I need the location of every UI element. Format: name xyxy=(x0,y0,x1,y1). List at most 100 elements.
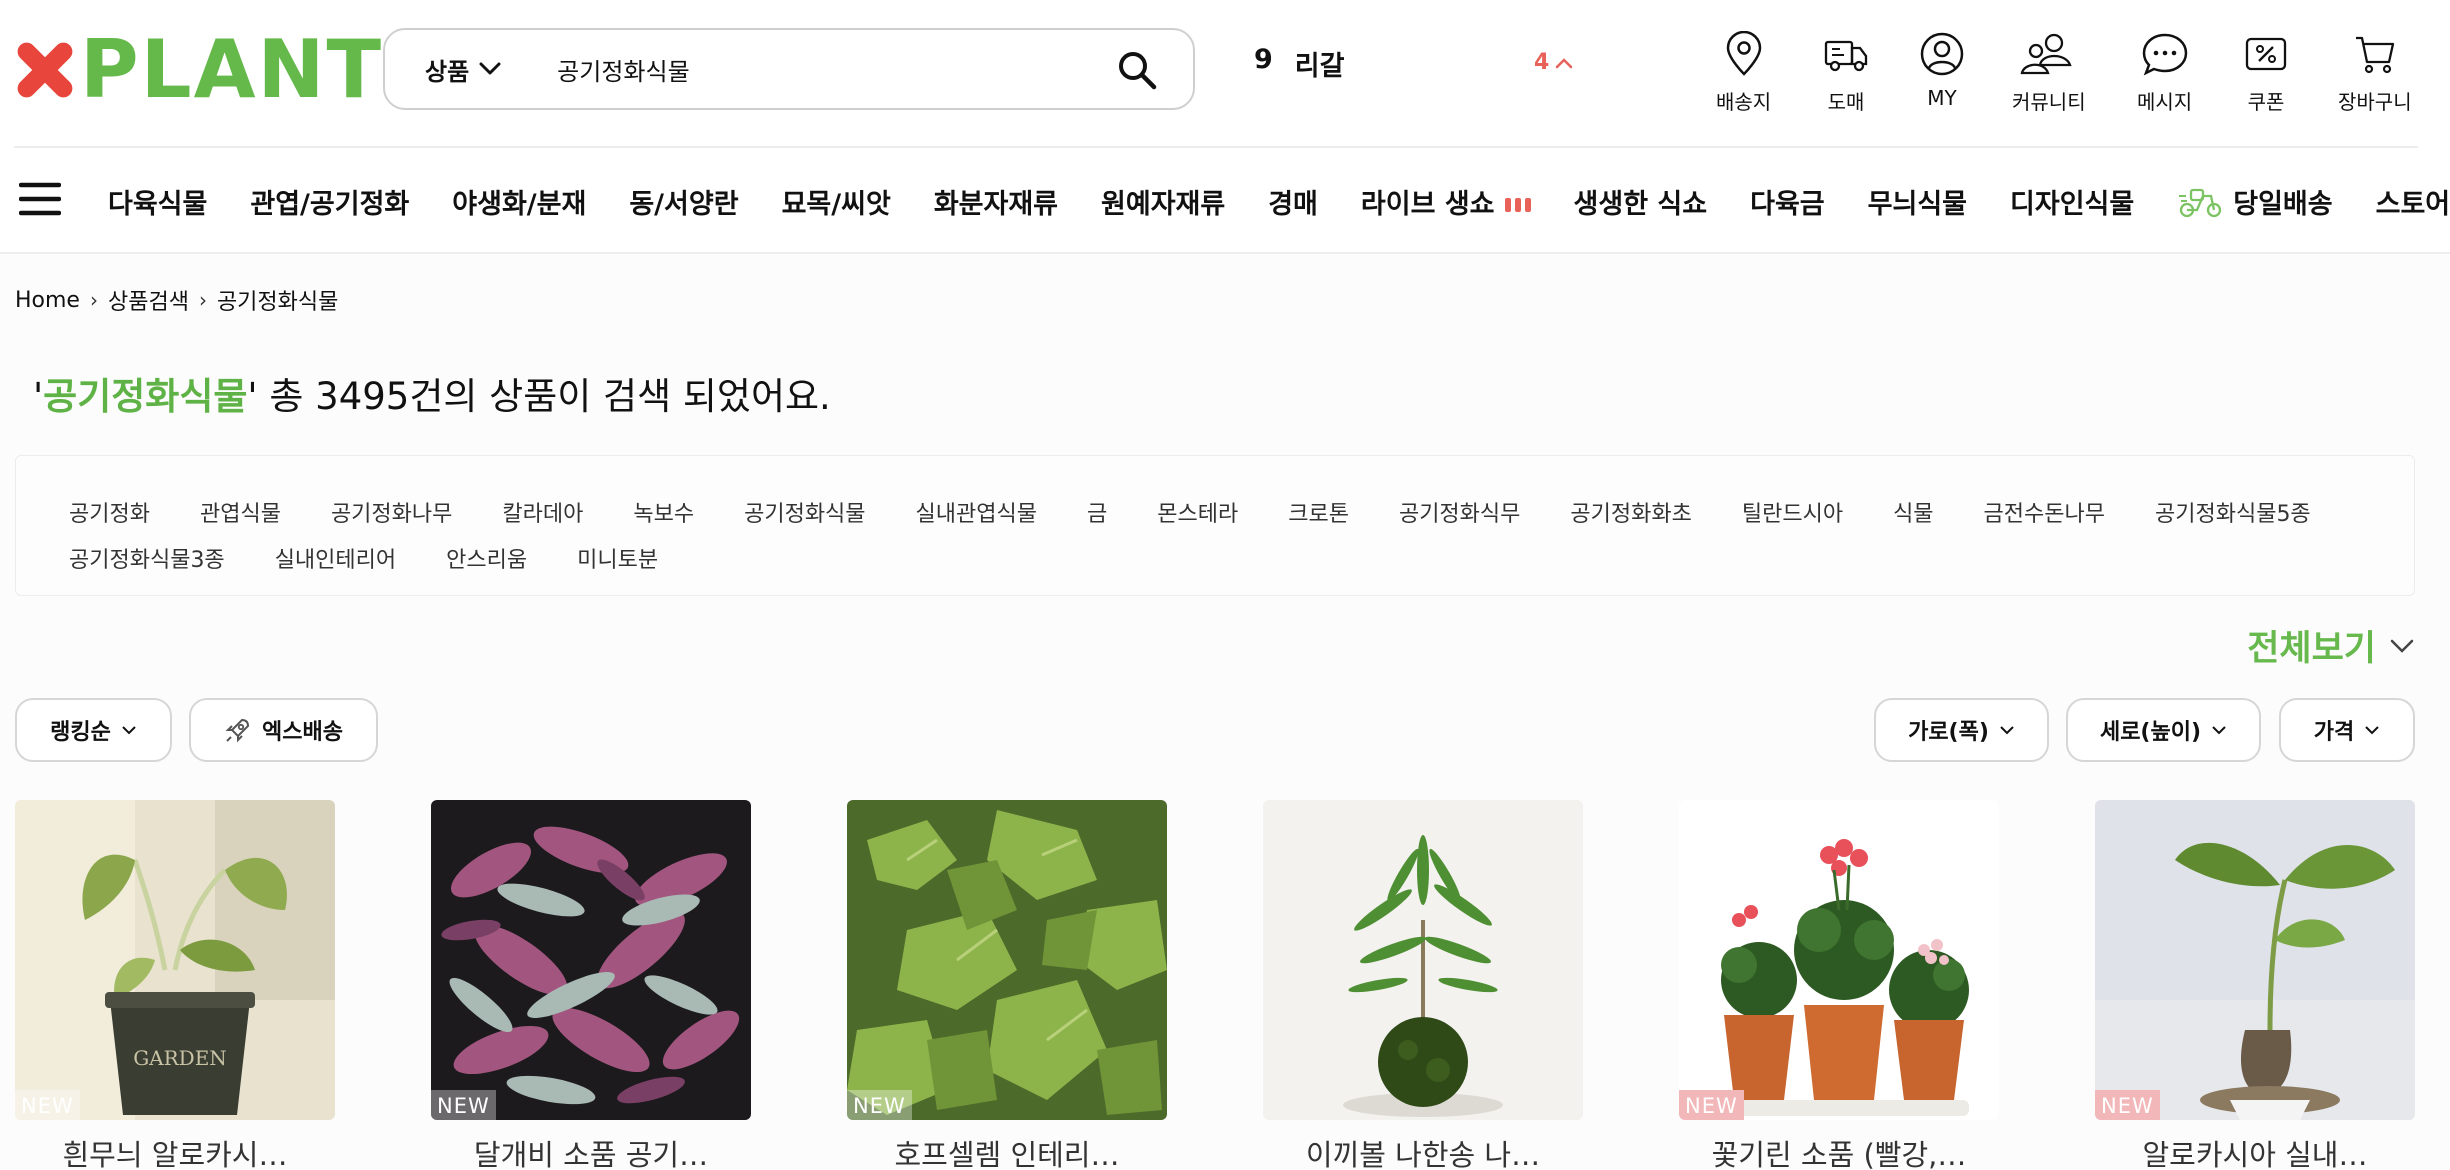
product-image[interactable]: NEW xyxy=(2095,800,2415,1120)
related-keyword[interactable]: 금 xyxy=(1087,496,1107,528)
new-badge: NEW xyxy=(1679,1090,1744,1120)
related-keyword[interactable]: 공기정화 xyxy=(69,496,150,528)
related-keyword[interactable]: 공기정화식물5종 xyxy=(2155,496,2311,528)
nav-item-seedling[interactable]: 묘목/씨앗 xyxy=(782,182,891,221)
related-keyword[interactable]: 공기정화나무 xyxy=(331,496,452,528)
related-keyword[interactable]: 실내인테리어 xyxy=(275,542,396,574)
community-label: 커뮤니티 xyxy=(2012,90,2086,114)
related-keyword[interactable]: 공기정화화초 xyxy=(1570,496,1691,528)
height-filter-dropdown[interactable]: 세로(높이) xyxy=(2066,698,2261,762)
related-keyword[interactable]: 금전수돈나무 xyxy=(1984,496,2105,528)
nav-item-auction[interactable]: 경매 xyxy=(1268,182,1318,221)
coupon-button[interactable]: 쿠폰 xyxy=(2244,30,2288,115)
product-name[interactable]: 이끼볼 나한송 나… xyxy=(1263,1132,1583,1170)
product-card[interactable]: GARDEN NEW 흰무늬 알로카시… xyxy=(15,800,335,1170)
nav-item-foliage[interactable]: 관엽/공기정화 xyxy=(250,182,409,221)
product-image[interactable]: NEW xyxy=(431,800,751,1120)
product-image[interactable]: NEW xyxy=(1679,800,1999,1120)
product-card[interactable]: NEW 달개비 소품 공기… xyxy=(431,800,751,1170)
svg-text:GARDEN: GARDEN xyxy=(133,1046,227,1070)
nav-item-wildflower[interactable]: 야생화/분재 xyxy=(452,182,586,221)
community-button[interactable]: 커뮤니티 xyxy=(2012,30,2086,115)
breadcrumb-current[interactable]: 공기정화식물 xyxy=(217,284,338,316)
my-page-button[interactable]: MY xyxy=(1919,30,1965,110)
nav-item-design-plants[interactable]: 디자인식물 xyxy=(2010,182,2134,221)
view-all-label: 전체보기 xyxy=(2247,629,2376,669)
product-name[interactable]: 달개비 소품 공기… xyxy=(431,1132,751,1170)
related-keyword[interactable]: 미니토분 xyxy=(577,542,658,574)
nav-item-label: 무늬식물 xyxy=(1867,188,1968,220)
product-card[interactable]: NEW 꽃기린 소품 (빨강,… xyxy=(1679,800,1999,1170)
product-card[interactable]: NEW 알로카시아 실내… xyxy=(2095,800,2415,1170)
search-result-title: '공기정화식물' 총 3495건의 상품이 검색 되었어요. xyxy=(33,366,831,420)
nav-item-succulents[interactable]: 다육식물 xyxy=(108,182,207,221)
related-keyword[interactable]: 공기정화식무 xyxy=(1399,496,1520,528)
breadcrumb: Home › 상품검색 › 공기정화식물 xyxy=(15,284,338,316)
related-keyword[interactable]: 식물 xyxy=(1893,496,1933,528)
nav-item-variegated-succulent[interactable]: 다육금 xyxy=(1750,182,1825,221)
sort-label: 랭킹순 xyxy=(50,720,111,745)
header-icon-menu: 배송지 도매 MY 커뮤니티 메시지 쿠폰 장바구니 xyxy=(0,30,2450,120)
product-name[interactable]: 흰무늬 알로카시… xyxy=(15,1132,335,1170)
message-button[interactable]: 메시지 xyxy=(2137,30,2192,115)
related-keyword[interactable]: 크로톤 xyxy=(1288,496,1349,528)
nav-item-garden-supplies[interactable]: 원예자재류 xyxy=(1101,182,1225,221)
hamburger-menu-button[interactable] xyxy=(18,180,62,222)
result-quote: ' xyxy=(33,375,44,418)
nav-item-label: 다육금 xyxy=(1750,188,1825,220)
nav-item-label: 묘목/씨앗 xyxy=(781,188,891,220)
nav-item-fresh-show[interactable]: 생생한 식쇼 xyxy=(1574,182,1708,221)
related-keywords-row: 공기정화식물3종 실내인테리어 안스리움 미니토분 xyxy=(69,542,658,574)
product-name[interactable]: 꽃기린 소품 (빨강,… xyxy=(1679,1132,1999,1170)
community-icon xyxy=(2020,33,2072,75)
chevron-down-icon xyxy=(2000,726,2014,735)
nav-item-same-day-delivery[interactable]: 당일배송 xyxy=(2177,182,2333,221)
related-keyword[interactable]: 틸란드시아 xyxy=(1742,496,1843,528)
product-image[interactable] xyxy=(1263,800,1583,1120)
nav-item-label: 당일배송 xyxy=(2233,188,2333,220)
message-label: 메시지 xyxy=(2137,90,2193,114)
nav-item-orchid[interactable]: 동/서양란 xyxy=(629,182,738,221)
product-image[interactable]: NEW xyxy=(847,800,1167,1120)
location-pin-icon xyxy=(1726,31,1761,76)
nav-item-label: 경매 xyxy=(1268,188,1318,220)
sort-dropdown[interactable]: 랭킹순 xyxy=(15,698,172,762)
width-filter-dropdown[interactable]: 가로(폭) xyxy=(1874,698,2049,762)
related-keywords-box: 공기정화 관엽식물 공기정화나무 칼라데아 녹보수 공기정화식물 실내관엽식물 … xyxy=(15,455,2415,596)
chevron-right-icon: › xyxy=(89,288,98,312)
cart-button[interactable]: 장바구니 xyxy=(2338,30,2412,115)
nav-item-store[interactable]: 스토어 xyxy=(2376,182,2450,221)
product-name[interactable]: 호프셀렘 인테리… xyxy=(847,1132,1167,1170)
related-keyword[interactable]: 공기정화식물3종 xyxy=(69,542,225,574)
related-keyword[interactable]: 몬스테라 xyxy=(1157,496,1238,528)
breadcrumb-home[interactable]: Home xyxy=(15,288,80,313)
nav-item-pot-supplies[interactable]: 화분자재류 xyxy=(934,182,1058,221)
rocket-icon xyxy=(225,718,250,743)
related-keyword[interactable]: 공기정화식물 xyxy=(744,496,865,528)
related-keyword[interactable]: 칼라데아 xyxy=(502,496,583,528)
nav-item-live-show[interactable]: 라이브 생쇼 xyxy=(1361,182,1531,221)
breadcrumb-search[interactable]: 상품검색 xyxy=(108,284,189,316)
user-icon xyxy=(1920,32,1964,76)
category-nav: 다육식물 관엽/공기정화 야생화/분재 동/서양란 묘목/씨앗 화분자재류 원예… xyxy=(108,180,2450,222)
related-keyword[interactable]: 안스리움 xyxy=(446,542,527,574)
chevron-down-icon xyxy=(2365,726,2379,735)
related-keyword[interactable]: 실내관엽식물 xyxy=(916,496,1037,528)
related-keyword[interactable]: 관엽식물 xyxy=(200,496,281,528)
width-filter-label: 가로(폭) xyxy=(1908,720,1989,745)
express-delivery-filter[interactable]: 엑스배송 xyxy=(189,698,378,762)
product-name[interactable]: 알로카시아 실내… xyxy=(2095,1132,2415,1170)
new-badge: NEW xyxy=(15,1090,80,1120)
shipping-address-button[interactable]: 배송지 xyxy=(1716,30,1771,115)
product-card[interactable]: 이끼볼 나한송 나… xyxy=(1263,800,1583,1170)
chevron-down-icon xyxy=(122,726,136,735)
view-all-button[interactable]: 전체보기 xyxy=(2247,620,2414,671)
product-card[interactable]: NEW 호프셀렘 인테리… xyxy=(847,800,1167,1170)
my-page-label: MY xyxy=(1927,86,1957,110)
nav-item-variegated-plants[interactable]: 무늬식물 xyxy=(1868,182,1967,221)
price-filter-dropdown[interactable]: 가격 xyxy=(2279,698,2415,762)
wholesale-button[interactable]: 도매 xyxy=(1823,30,1869,115)
related-keyword[interactable]: 녹보수 xyxy=(633,496,694,528)
product-image[interactable]: GARDEN NEW xyxy=(15,800,335,1120)
nav-item-label: 디자인식물 xyxy=(2010,188,2135,220)
